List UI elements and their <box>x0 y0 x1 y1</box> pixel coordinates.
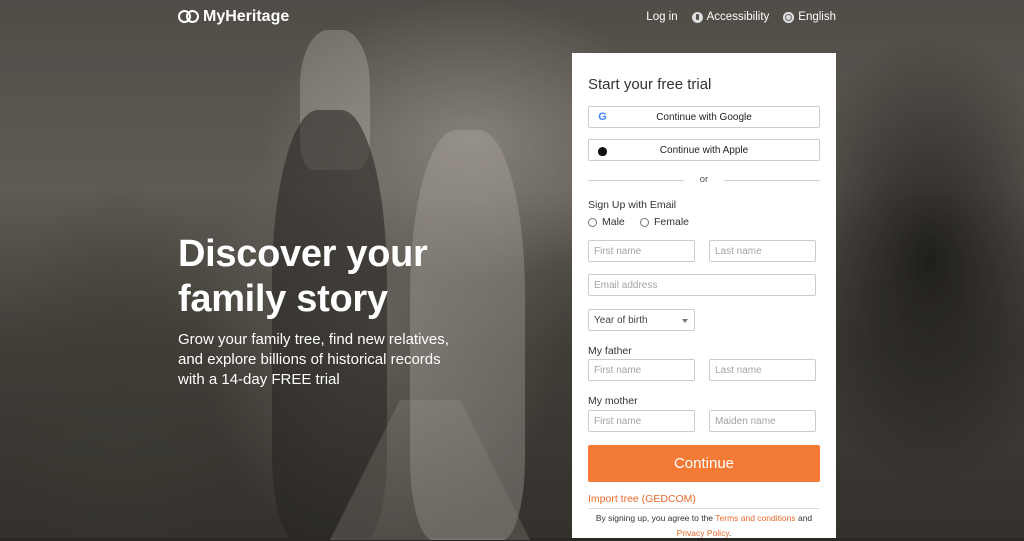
hero-subtitle-line-2: and explore billions of historical recor… <box>178 351 441 368</box>
email-input[interactable] <box>588 274 816 296</box>
brand-name: MyHeritage <box>203 8 290 25</box>
terms-link[interactable]: Terms and conditions <box>715 513 795 523</box>
login-label: Log in <box>646 11 678 23</box>
brand-logo[interactable]: MyHeritage <box>178 8 289 26</box>
radio-circle-icon <box>640 217 649 227</box>
google-icon: G <box>598 111 607 123</box>
or-text: or <box>699 174 709 185</box>
apple-signin-button[interactable]: Continue with Apple <box>588 139 820 161</box>
gender-female-radio[interactable]: Female <box>640 216 689 228</box>
or-divider: or <box>588 174 820 186</box>
year-of-birth-value: Year of birth <box>594 314 648 326</box>
mother-label: My mother <box>588 395 638 407</box>
google-button-label: Continue with Google <box>656 111 752 123</box>
hero-title-line-2: family story <box>178 278 388 320</box>
mother-first-name-input[interactable] <box>588 410 695 432</box>
accessibility-link[interactable]: Accessibility <box>691 11 770 23</box>
terms-suffix: . <box>728 528 732 538</box>
first-name-input[interactable] <box>588 240 695 262</box>
father-first-name-input[interactable] <box>588 359 695 381</box>
chevron-down-icon <box>682 319 688 323</box>
hero-subtitle: Grow your family tree, find new relative… <box>178 330 558 390</box>
card-divider <box>588 508 820 509</box>
year-of-birth-select[interactable]: Year of birth <box>588 309 695 331</box>
language-selector[interactable]: English <box>783 11 836 23</box>
privacy-link[interactable]: Privacy Policy <box>677 528 729 538</box>
apple-button-label: Continue with Apple <box>659 144 749 156</box>
last-name-input[interactable] <box>709 240 816 262</box>
top-navigation: Log in Accessibility English <box>646 11 836 23</box>
accessibility-icon <box>691 11 703 23</box>
hero-section: Discover your family story Grow your fam… <box>178 232 558 390</box>
continue-button[interactable]: Continue <box>588 445 820 482</box>
terms-notice: By signing up, you agree to the Terms an… <box>588 511 820 541</box>
signup-card: Start your free trial G Continue with Go… <box>572 53 836 538</box>
mother-maiden-name-input[interactable] <box>709 410 816 432</box>
myheritage-logo-icon <box>178 9 200 26</box>
signup-title: Start your free trial <box>588 76 712 93</box>
google-signin-button[interactable]: G Continue with Google <box>588 106 820 128</box>
hero-title: Discover your family story <box>178 232 558 322</box>
globe-icon <box>783 11 795 23</box>
hero-subtitle-line-3: with a 14-day FREE trial <box>178 371 340 388</box>
female-label: Female <box>654 216 690 228</box>
terms-and: and <box>797 513 813 523</box>
signup-email-label: Sign Up with Email <box>588 199 677 211</box>
male-label: Male <box>602 216 625 228</box>
father-label: My father <box>588 345 632 357</box>
login-link[interactable]: Log in <box>646 11 677 23</box>
apple-icon <box>597 145 608 156</box>
language-label: English <box>798 11 836 23</box>
hero-subtitle-line-1: Grow your family tree, find new relative… <box>178 331 449 348</box>
hero-title-line-1: Discover your <box>178 233 428 275</box>
radio-circle-icon <box>588 217 597 227</box>
import-gedcom-link[interactable]: Import tree (GEDCOM) <box>588 493 696 505</box>
accessibility-label: Accessibility <box>706 11 770 23</box>
gender-male-radio[interactable]: Male <box>588 216 625 228</box>
father-last-name-input[interactable] <box>709 359 816 381</box>
terms-prefix: By signing up, you agree to the <box>595 513 714 523</box>
